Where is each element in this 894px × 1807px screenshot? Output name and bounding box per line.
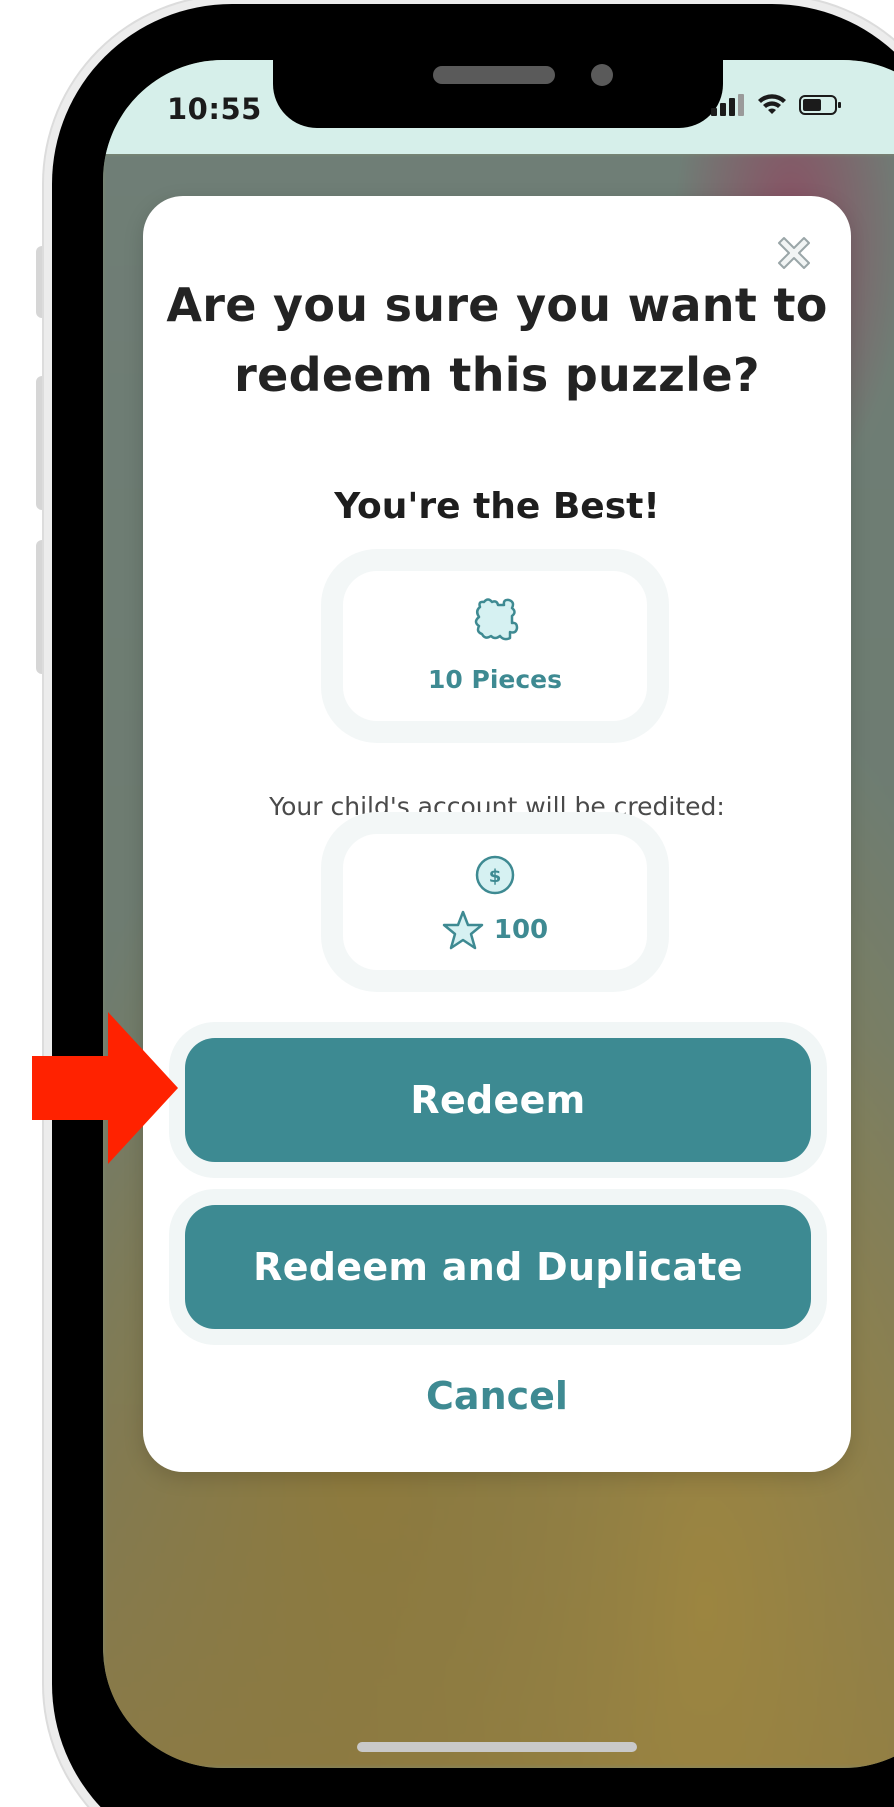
canvas: 10:55 Are you sure you want to redeem th… [0, 0, 894, 1807]
redeem-confirmation-dialog: Are you sure you want to redeem this puz… [143, 196, 851, 1472]
puzzle-piece-icon [474, 598, 519, 641]
stars-row: 100 [343, 910, 647, 950]
svg-text:$: $ [489, 866, 502, 887]
redeem-and-duplicate-button[interactable]: Redeem and Duplicate [185, 1205, 811, 1329]
red-arrow-annotation [32, 1012, 178, 1164]
credit-text: Your child's account will be credited: [269, 792, 725, 821]
status-time: 10:55 [167, 92, 262, 126]
front-camera [591, 64, 613, 86]
puzzle-icon-wrapper [343, 595, 647, 645]
stars-value: 100 [493, 915, 549, 945]
status-bar: 10:55 [103, 60, 894, 154]
wifi-icon [758, 94, 786, 114]
status-icons [711, 94, 843, 116]
coin-icon-wrapper: $ [343, 854, 647, 896]
dollar-coin-icon: $ [475, 855, 515, 895]
signal-icon [711, 94, 744, 116]
home-indicator[interactable] [357, 1742, 637, 1752]
close-icon[interactable] [775, 234, 813, 272]
mute-switch [36, 246, 52, 318]
notch [273, 60, 723, 128]
volume-down-button [36, 540, 52, 674]
star-icon [442, 910, 484, 950]
cancel-button[interactable]: Cancel [143, 1374, 851, 1418]
pieces-card: 10 Pieces [343, 571, 647, 721]
volume-up-button [36, 376, 52, 510]
battery-icon [799, 95, 841, 115]
reward-card: $ 100 [343, 834, 647, 970]
redeem-button[interactable]: Redeem [185, 1038, 811, 1162]
puzzle-name: You're the Best! [334, 486, 660, 527]
dialog-title: Are you sure you want to redeem this puz… [166, 278, 828, 402]
pieces-count: 10 Pieces [428, 665, 562, 694]
speaker [433, 66, 555, 84]
